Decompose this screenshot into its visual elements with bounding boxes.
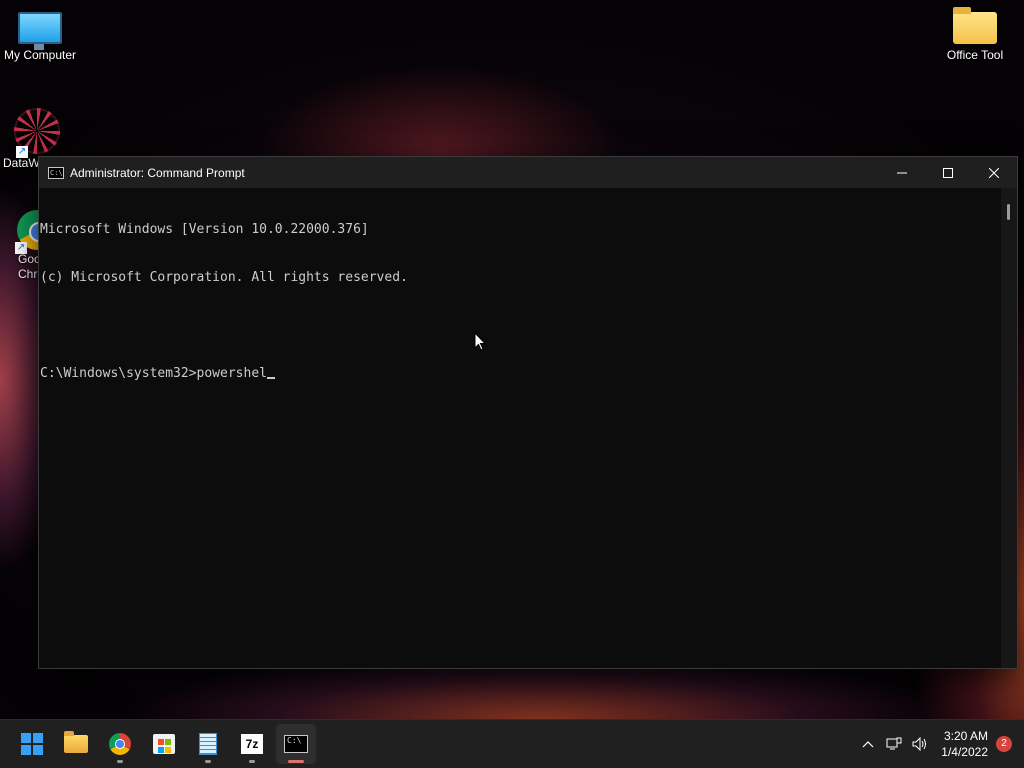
system-tray: 3:20 AM 1/4/2022 2 <box>855 720 1024 768</box>
windows-logo-icon <box>21 733 43 755</box>
volume-button[interactable] <box>907 737 933 751</box>
shortcut-arrow-icon: ↗ <box>15 242 27 254</box>
folder-icon <box>953 7 997 44</box>
active-indicator <box>288 760 304 763</box>
close-button[interactable] <box>971 157 1017 188</box>
mouse-pointer-icon <box>474 332 487 351</box>
minimize-button[interactable] <box>879 157 925 188</box>
desktop-icon-label: My Computer <box>3 48 77 62</box>
network-icon <box>886 737 902 750</box>
taskbar-microsoft-store[interactable] <box>144 724 184 764</box>
command-prompt-window[interactable]: C:\ Administrator: Command Prompt Micros… <box>38 156 1018 669</box>
taskbar-notepad[interactable] <box>188 724 228 764</box>
text-cursor <box>266 377 275 379</box>
clock-time: 3:20 AM <box>943 729 988 743</box>
desktop-icon-label: DataW <box>3 156 40 170</box>
desktop-icon-office-tool[interactable]: Office Tool <box>935 0 1015 63</box>
vertical-scrollbar[interactable] <box>1001 188 1017 668</box>
maximize-button[interactable] <box>925 157 971 188</box>
desktop-icon-label: Goo Chro <box>18 252 45 281</box>
minimize-icon <box>897 172 907 173</box>
store-icon <box>153 734 175 754</box>
7zip-icon: 7z <box>241 734 263 754</box>
console-input: C:\Windows\system32>powershel <box>40 366 267 381</box>
desktop-icon-label: Office Tool <box>946 48 1004 62</box>
console-line: Microsoft Windows [Version 10.0.22000.37… <box>40 222 369 237</box>
start-button[interactable] <box>12 724 52 764</box>
chevron-up-icon <box>862 741 874 748</box>
desktop-icon-my-computer[interactable]: My Computer <box>0 0 80 63</box>
notification-badge[interactable]: 2 <box>996 736 1012 752</box>
taskbar-chrome[interactable] <box>100 724 140 764</box>
window-titlebar[interactable]: C:\ Administrator: Command Prompt <box>39 157 1017 188</box>
running-indicator <box>249 760 255 763</box>
shortcut-arrow-icon: ↗ <box>16 146 28 158</box>
taskbar-7zip[interactable]: 7z <box>232 724 272 764</box>
desktop-icon-dataw[interactable]: ↗ DataW <box>0 104 60 171</box>
computer-icon <box>18 12 62 50</box>
console-output[interactable]: Microsoft Windows [Version 10.0.22000.37… <box>39 188 1001 668</box>
notepad-icon <box>199 733 217 755</box>
close-icon <box>989 167 999 178</box>
terminal-icon: C:\ <box>284 735 308 753</box>
scrollbar-thumb[interactable] <box>1007 204 1010 220</box>
running-indicator <box>117 760 123 763</box>
taskbar-command-prompt[interactable]: C:\ <box>276 724 316 764</box>
chrome-icon <box>109 733 131 755</box>
speaker-icon <box>912 737 927 751</box>
dataw-icon: ↗ <box>14 108 60 158</box>
show-hidden-icons-button[interactable] <box>855 740 881 748</box>
network-button[interactable] <box>881 737 907 751</box>
taskbar-file-explorer[interactable] <box>56 724 96 764</box>
console-prompt-line[interactable]: C:\Windows\system32>powershel <box>40 366 1001 382</box>
clock-date: 1/4/2022 <box>941 745 988 759</box>
file-explorer-icon <box>64 731 88 753</box>
console-line: (c) Microsoft Corporation. All rights re… <box>40 270 408 285</box>
maximize-icon <box>943 167 953 178</box>
desktop-icon-google-chrome[interactable]: ↗ Goo Chro <box>0 206 57 282</box>
taskbar: 7z C:\ 3:20 AM 1/4/2022 2 <box>0 719 1024 768</box>
clock[interactable]: 3:20 AM 1/4/2022 <box>933 728 996 760</box>
running-indicator <box>205 760 211 763</box>
cmd-icon: C:\ <box>48 166 64 179</box>
window-title: Administrator: Command Prompt <box>70 165 245 180</box>
